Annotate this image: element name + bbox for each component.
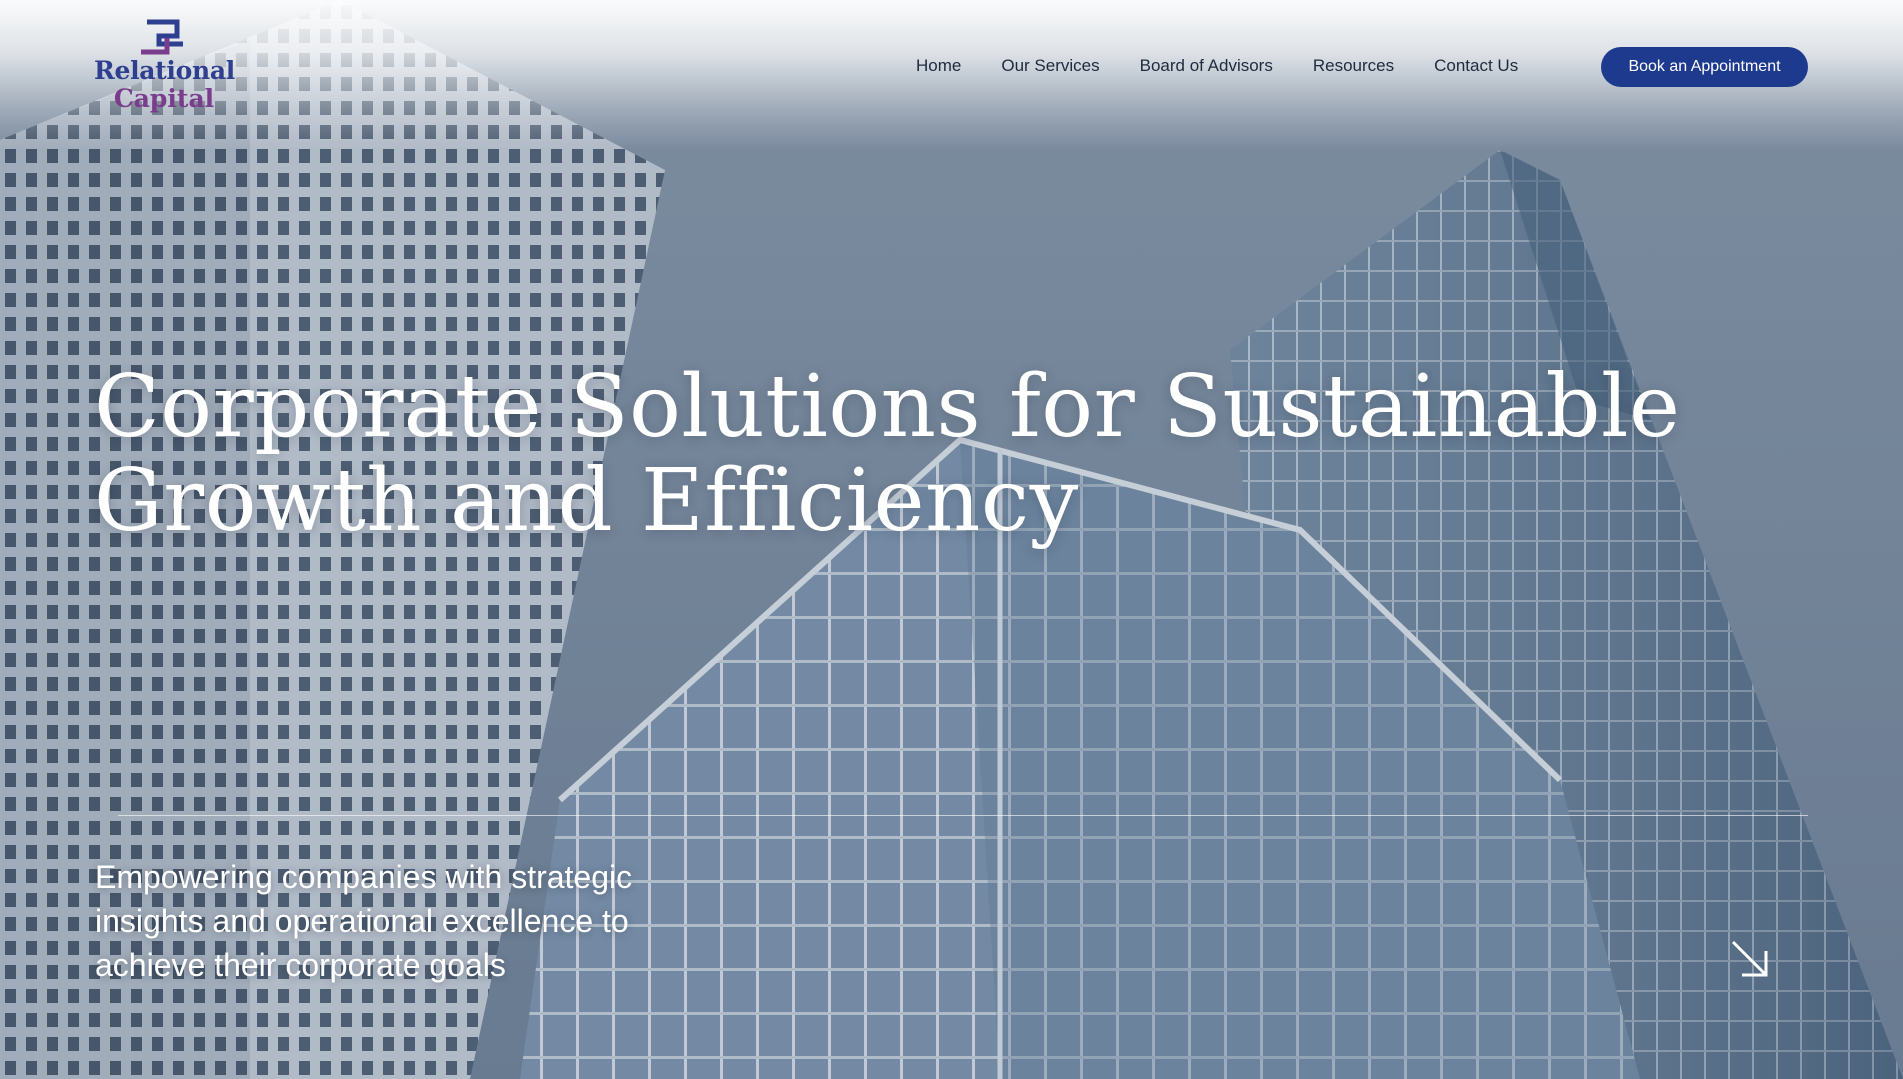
arrow-down-right-icon[interactable] — [1728, 937, 1772, 981]
hero-section: Relational Capital Home Our Services Boa… — [0, 0, 1903, 1079]
hero-subtext: Empowering companies with strategic insi… — [95, 855, 775, 987]
nav-our-services[interactable]: Our Services — [1001, 56, 1099, 76]
nav-resources[interactable]: Resources — [1313, 56, 1394, 76]
hero-headline-line-2: Growth and Efficiency — [94, 451, 1079, 551]
nav-contact-us[interactable]: Contact Us — [1434, 56, 1518, 76]
hero-subtext-line-1: Empowering companies with strategic — [95, 859, 633, 895]
logo-mark-icon — [141, 19, 183, 55]
book-appointment-button[interactable]: Book an Appointment — [1601, 47, 1808, 87]
hero-headline-line-1: Corporate Solutions for Sustainable — [94, 357, 1681, 457]
hero-divider — [118, 815, 1808, 816]
nav-board-of-advisors[interactable]: Board of Advisors — [1140, 56, 1273, 76]
logo-text-capital: Capital — [113, 84, 215, 113]
main-nav: Home Our Services Board of Advisors Reso… — [916, 56, 1518, 76]
hero-headline: Corporate Solutions for Sustainable Grow… — [94, 360, 1854, 548]
brand-logo[interactable]: Relational Capital — [94, 18, 235, 118]
hero-subtext-line-3: achieve their corporate goals — [95, 947, 506, 983]
logo-text-relational: Relational — [94, 56, 235, 85]
nav-home[interactable]: Home — [916, 56, 961, 76]
hero-subtext-line-2: insights and operational excellence to — [95, 903, 629, 939]
